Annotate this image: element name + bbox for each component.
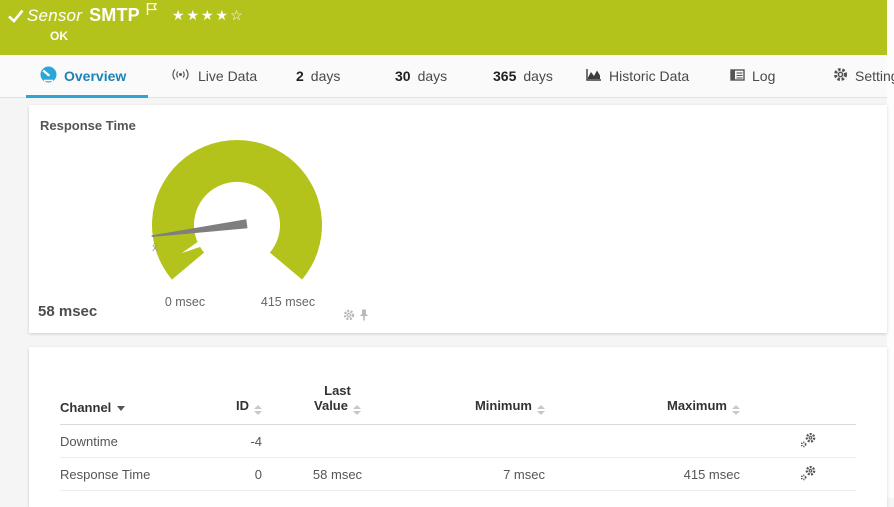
channel-id: 0 — [210, 458, 270, 491]
column-header-channel[interactable]: Channel — [60, 383, 210, 425]
tab-live-data[interactable]: Live Data — [170, 55, 257, 97]
sensor-header: Sensor SMTP ★★★★☆ OK — [0, 0, 887, 55]
channel-name: Downtime — [60, 425, 210, 458]
tab-log[interactable]: Log — [730, 55, 775, 97]
stars-filled[interactable]: ★★★★ — [172, 7, 230, 23]
gauge-average-label: x̄ — [152, 242, 158, 254]
channel-last-value — [270, 425, 405, 458]
channels-panel: Channel ID Last Value Minimum Maximum — [29, 347, 887, 507]
tab-bar: Overview Live Data 2days 30days 365days — [0, 55, 887, 98]
gauge-max-label: 415 msec — [261, 295, 315, 309]
log-icon — [730, 68, 745, 84]
historic-data-icon — [585, 68, 602, 85]
sensor-name: SMTP — [89, 5, 140, 26]
tab-settings-label: Settings — [855, 68, 894, 84]
pin-icon[interactable] — [359, 308, 369, 326]
channels-table-header-row: Channel ID Last Value Minimum Maximum — [60, 383, 856, 425]
channel-minimum: 7 msec — [405, 458, 545, 491]
column-header-minimum[interactable]: Minimum — [405, 383, 545, 425]
active-tab-indicator — [26, 95, 148, 98]
column-header-actions — [740, 383, 856, 425]
sort-icon — [537, 405, 545, 415]
tab-live-data-label: Live Data — [198, 68, 257, 84]
tab-365-days[interactable]: 365days — [493, 55, 553, 97]
channel-row-response-time: Response Time 0 58 msec 7 msec 415 msec — [60, 458, 856, 491]
tab-2-days[interactable]: 2days — [296, 55, 340, 97]
channel-last-value: 58 msec — [270, 458, 405, 491]
sensor-status-badge: OK — [50, 29, 68, 43]
tab-settings[interactable]: Settings — [833, 55, 894, 97]
gauge-current-value: 58 msec — [38, 303, 97, 320]
priority-stars[interactable]: ★★★★☆ — [172, 7, 245, 24]
sort-icon — [732, 405, 740, 415]
gauge-min-label: 0 msec — [165, 295, 205, 309]
channel-minimum — [405, 425, 545, 458]
response-time-gauge-panel: Response Time x̄ 0 msec 415 msec 58 msec — [29, 105, 887, 333]
column-header-last-value[interactable]: Last Value — [270, 383, 405, 425]
gauge-panel-title: Response Time — [40, 118, 136, 133]
column-header-id[interactable]: ID — [210, 383, 270, 425]
column-header-maximum[interactable]: Maximum — [545, 383, 740, 425]
status-check-icon — [8, 9, 24, 28]
channel-settings-gears-icon[interactable] — [800, 436, 816, 451]
sort-icon — [254, 405, 262, 415]
channel-id: -4 — [210, 425, 270, 458]
tab-historic-data-label: Historic Data — [609, 68, 689, 84]
settings-gear-icon — [833, 67, 848, 85]
star-empty[interactable]: ☆ — [230, 7, 245, 23]
tab-historic-data[interactable]: Historic Data — [585, 55, 689, 97]
channel-name: Response Time — [60, 458, 210, 491]
tab-30-days[interactable]: 30days — [395, 55, 447, 97]
sort-icon — [353, 405, 361, 415]
gauge-icon — [40, 66, 57, 86]
gauge-settings-gear-icon[interactable] — [343, 308, 355, 326]
tab-overview[interactable]: Overview — [40, 55, 126, 97]
sensor-type-label: Sensor — [27, 6, 82, 26]
tab-overview-label: Overview — [64, 68, 126, 84]
channel-maximum: 415 msec — [545, 458, 740, 491]
channels-table: Channel ID Last Value Minimum Maximum — [60, 383, 856, 491]
sort-desc-icon — [117, 406, 125, 411]
tab-log-label: Log — [752, 68, 775, 84]
channel-row-downtime: Downtime -4 — [60, 425, 856, 458]
flag-icon[interactable] — [146, 2, 158, 21]
gauge-arc — [152, 140, 322, 280]
channel-settings-gears-icon[interactable] — [800, 469, 816, 484]
channel-maximum — [545, 425, 740, 458]
response-time-gauge: x̄ 0 msec 415 msec — [147, 135, 387, 317]
live-data-icon — [170, 68, 191, 84]
